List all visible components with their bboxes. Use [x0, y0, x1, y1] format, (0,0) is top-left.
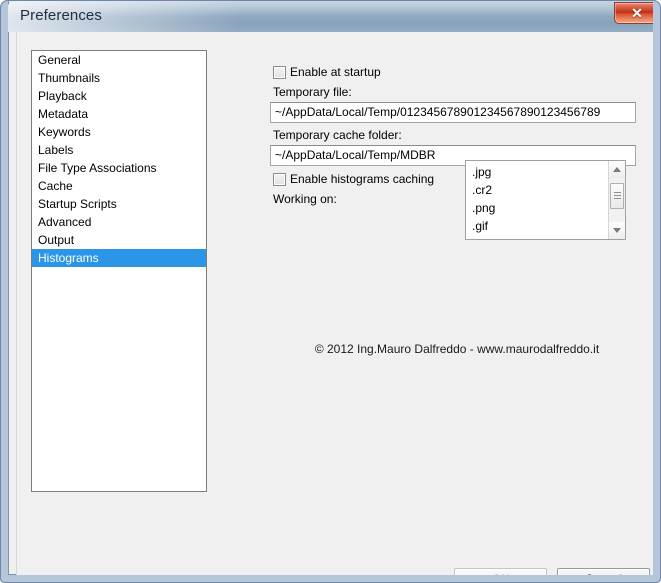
close-icon: ✕: [631, 5, 643, 21]
window-title: Preferences: [20, 7, 102, 24]
sidebar-item-playback[interactable]: Playback: [32, 87, 206, 105]
sidebar-item-file-type-associations[interactable]: File Type Associations: [32, 159, 206, 177]
list-item[interactable]: .png: [466, 199, 608, 217]
enable-at-startup-label: Enable at startup: [290, 65, 381, 79]
sidebar-item-cache[interactable]: Cache: [32, 177, 206, 195]
copyright-text: © 2012 Ing.Mauro Dalfreddo - www.mauroda…: [314, 342, 600, 356]
scroll-down-arrow-icon[interactable]: [609, 222, 625, 239]
temporary-cache-folder-label: Temporary cache folder:: [273, 128, 402, 142]
sidebar-item-metadata[interactable]: Metadata: [32, 105, 206, 123]
enable-at-startup-row[interactable]: Enable at startup: [273, 65, 381, 79]
enable-histograms-caching-label: Enable histograms caching: [290, 172, 435, 186]
enable-histograms-caching-checkbox[interactable]: [273, 172, 286, 186]
cancel-button[interactable]: Cancel: [557, 568, 650, 575]
enable-histograms-caching-row[interactable]: Enable histograms caching: [273, 172, 434, 186]
sidebar-item-advanced[interactable]: Advanced: [32, 213, 206, 231]
scrollbar-thumb[interactable]: [610, 183, 624, 209]
extension-items: .jpg .cr2 .png .gif: [466, 161, 608, 235]
sidebar-item-histograms[interactable]: Histograms: [32, 249, 206, 267]
category-list[interactable]: General Thumbnails Playback Metadata Keyword…: [31, 50, 207, 492]
ok-button[interactable]: OK: [454, 568, 547, 575]
preferences-window: Preferences ✕ General Thumbnails Playback M…: [0, 0, 661, 583]
working-on-label: Working on:: [273, 192, 337, 206]
scrollbar-grip-icon: [614, 192, 621, 199]
working-on-extension-list[interactable]: .jpg .cr2 .png .gif: [465, 160, 626, 240]
close-button[interactable]: ✕: [614, 2, 653, 24]
enable-at-startup-checkbox[interactable]: [273, 65, 286, 79]
list-item[interactable]: .gif: [466, 217, 608, 235]
settings-pane: Enable at startup Reset to defaults Temp…: [260, 32, 650, 575]
temporary-file-label: Temporary file:: [273, 85, 352, 99]
sidebar-item-keywords[interactable]: Keywords: [32, 123, 206, 141]
dialog-client-area: General Thumbnails Playback Metadata Keyword…: [16, 32, 653, 575]
list-item[interactable]: .jpg: [466, 163, 608, 181]
sidebar-item-output[interactable]: Output: [32, 231, 206, 249]
list-item[interactable]: .cr2: [466, 181, 608, 199]
temporary-file-input[interactable]: ~/AppData/Local/Temp/0123456789012345678…: [270, 102, 636, 123]
sidebar-item-startup-scripts[interactable]: Startup Scripts: [32, 195, 206, 213]
extension-list-scrollbar[interactable]: [608, 161, 625, 239]
scroll-up-arrow-icon[interactable]: [609, 161, 625, 178]
sidebar-item-general[interactable]: General: [32, 51, 206, 69]
sidebar-item-labels[interactable]: Labels: [32, 141, 206, 159]
title-bar[interactable]: Preferences ✕: [8, 0, 653, 32]
sidebar-item-thumbnails[interactable]: Thumbnails: [32, 69, 206, 87]
